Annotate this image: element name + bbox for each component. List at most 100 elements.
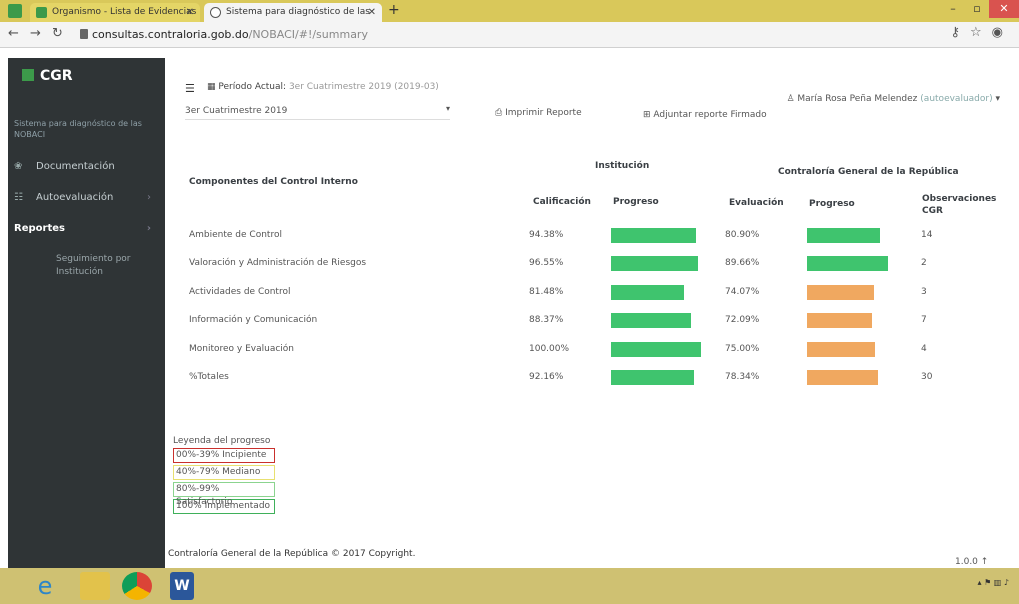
browser-tab-bar: Organismo - Lista de Evidencias ✕ Sistem… — [0, 0, 1019, 22]
globe-icon — [210, 7, 221, 18]
summary-table: Institución Contraloría General de la Re… — [165, 122, 1010, 412]
cgr-progress-bar — [807, 342, 875, 357]
calificacion-value: 100.00% — [529, 344, 570, 354]
table-row: Valoración y Administración de Riesgos 96… — [187, 252, 987, 280]
component-name: Ambiente de Control — [189, 230, 282, 240]
col-header-componentes: Componentes del Control Interno — [189, 177, 358, 187]
system-subtitle: Sistema para diagnóstico de las NOBACI — [14, 119, 142, 139]
calificacion-value: 81.48% — [529, 287, 564, 297]
observaciones-count: 14 — [921, 230, 933, 240]
page-header: ☰ ▦ Período Actual: 3er Cuatrimestre 201… — [165, 72, 1010, 122]
minimize-icon[interactable]: – — [941, 0, 965, 18]
list-icon: ☷ — [14, 192, 23, 203]
forward-icon[interactable]: → — [30, 26, 41, 41]
period-select[interactable]: 3er Cuatrimestre 2019 ▾ — [185, 104, 450, 120]
browser-toolbar-icons: ⚷☆◉ — [950, 25, 1013, 40]
calificacion-value: 88.37% — [529, 315, 564, 325]
cgr-progress-bar — [807, 228, 880, 243]
attach-report-button[interactable]: ⊞ Adjuntar reporte Firmado — [643, 110, 767, 120]
tray-icons[interactable]: ▴ ⚑ ▥ ♪ — [978, 578, 1009, 587]
tab-sistema[interactable]: Sistema para diagnóstico de las ✕ — [204, 3, 382, 22]
attach-icon: ⊞ — [643, 110, 651, 120]
cgr-progress-bar — [807, 256, 888, 271]
calificacion-value: 96.55% — [529, 258, 564, 268]
table-row: Información y Comunicación 88.37% 72.09% 7 — [187, 309, 987, 337]
component-name: Información y Comunicación — [189, 315, 318, 325]
component-name: %Totales — [189, 372, 229, 382]
observaciones-count: 4 — [921, 344, 927, 354]
chevron-right-icon: › — [146, 223, 151, 234]
back-icon[interactable]: ← — [8, 26, 19, 41]
maximize-icon[interactable]: ▫ — [965, 0, 989, 18]
institucion-progress-bar — [611, 370, 694, 385]
evaluacion-value: 89.66% — [725, 258, 760, 268]
institucion-progress-bar — [611, 313, 691, 328]
brand-icon — [22, 69, 34, 81]
caret-down-icon: ▾ — [995, 94, 1000, 104]
brand-logo[interactable]: CGR — [22, 68, 73, 84]
system-tray: ▴ ⚑ ▥ ♪ — [978, 578, 1009, 587]
group-header-cgr: Contraloría General de la República — [778, 167, 959, 177]
star-icon[interactable]: ☆ — [970, 25, 992, 40]
col-header-observaciones: Observaciones CGR — [922, 194, 997, 216]
file-explorer-icon[interactable] — [80, 572, 110, 600]
table-row: Actividades de Control 81.48% 74.07% 3 — [187, 281, 987, 309]
documents-icon: ❀ — [14, 161, 23, 172]
window-controls: – ▫ ✕ — [941, 0, 1019, 18]
close-icon[interactable]: ✕ — [368, 3, 376, 22]
app-version: 1.0.0 ↑ — [955, 557, 989, 567]
tab-organismo[interactable]: Organismo - Lista de Evidencias ✕ — [30, 3, 200, 22]
sidebar-subitem-seguimiento[interactable]: Seguimiento por Institución — [56, 253, 156, 279]
cgr-progress-bar — [807, 313, 872, 328]
url-field[interactable]: consultas.contraloria.gob.do/NOBACI/#!/s… — [92, 28, 368, 41]
close-icon[interactable]: ✕ — [186, 3, 194, 22]
window-close-icon[interactable]: ✕ — [989, 0, 1019, 18]
scroll-top-icon[interactable]: ↑ — [981, 557, 989, 567]
col-header-evaluacion: Evaluación — [729, 198, 784, 208]
cgr-progress-bar — [807, 370, 878, 385]
periodo-actual: ▦ Período Actual: 3er Cuatrimestre 2019 … — [207, 82, 439, 92]
institucion-progress-bar — [611, 285, 685, 300]
address-bar: ← → ↻ consultas.contraloria.gob.do/NOBAC… — [0, 22, 1019, 48]
observaciones-count: 7 — [921, 315, 927, 325]
legend-item-incipiente: 00%-39% Incipiente — [173, 448, 275, 463]
table-row: Monitoreo y Evaluación 100.00% 75.00% 4 — [187, 338, 987, 366]
chevron-right-icon: › — [147, 192, 151, 203]
sidebar: CGR Sistema para diagnóstico de las NOBA… — [8, 58, 165, 568]
sidebar-item-documentacion[interactable]: ❀ Documentación — [14, 161, 159, 172]
group-header-institucion: Institución — [595, 161, 650, 171]
component-name: Valoración y Administración de Riesgos — [189, 258, 367, 268]
app-icon — [8, 4, 22, 18]
menu-toggle-icon[interactable]: ☰ — [185, 82, 195, 95]
account-icon[interactable]: ◉ — [992, 25, 1013, 40]
evaluacion-value: 80.90% — [725, 230, 760, 240]
evaluacion-value: 72.09% — [725, 315, 760, 325]
progress-legend: Leyenda del progreso 00%-39% Incipiente … — [173, 436, 275, 516]
print-icon: ⎙ — [495, 108, 503, 118]
lock-icon — [80, 29, 88, 39]
component-name: Actividades de Control — [189, 287, 291, 297]
cgr-progress-bar — [807, 285, 874, 300]
internet-explorer-icon[interactable]: e — [30, 572, 60, 600]
col-header-calificacion: Calificación — [533, 197, 591, 207]
table-row: %Totales 92.16% 78.34% 30 — [187, 366, 987, 394]
legend-title: Leyenda del progreso — [173, 436, 271, 446]
sidebar-item-autoevaluacion[interactable]: ☷ Autoevaluación › — [14, 192, 159, 203]
reload-icon[interactable]: ↻ — [52, 26, 63, 41]
user-menu[interactable]: ♙ María Rosa Peña Melendez (autoevaluado… — [786, 94, 1000, 104]
print-report-button[interactable]: ⎙ Imprimir Reporte — [495, 108, 582, 118]
word-icon[interactable]: W — [170, 572, 194, 600]
observaciones-count: 2 — [921, 258, 927, 268]
observaciones-count: 30 — [921, 372, 933, 382]
calificacion-value: 92.16% — [529, 372, 564, 382]
windows-taskbar: e W ▴ ⚑ ▥ ♪ — [0, 568, 1019, 604]
legend-item-implementado: 100% Implementado — [173, 499, 275, 514]
col-header-progreso-institucion: Progreso — [613, 197, 659, 207]
key-icon[interactable]: ⚷ — [950, 25, 970, 40]
calificacion-value: 94.38% — [529, 230, 564, 240]
new-tab-icon[interactable]: + — [388, 2, 400, 18]
observaciones-count: 3 — [921, 287, 927, 297]
sidebar-item-reportes[interactable]: Reportes › — [14, 223, 159, 234]
user-icon: ♙ — [786, 94, 795, 104]
chrome-icon[interactable] — [122, 572, 152, 600]
